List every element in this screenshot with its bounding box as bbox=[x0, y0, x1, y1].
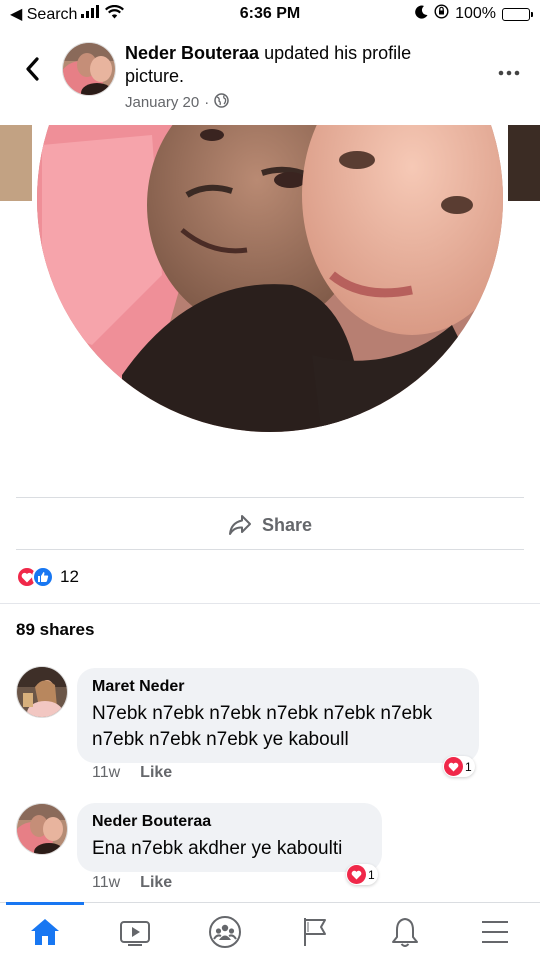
love-reaction-icon bbox=[444, 757, 463, 776]
menu-icon bbox=[482, 920, 508, 943]
tab-groups[interactable] bbox=[180, 903, 270, 960]
tab-notifications[interactable] bbox=[360, 903, 450, 960]
wifi-icon bbox=[105, 4, 125, 24]
orientation-lock-icon bbox=[434, 4, 449, 24]
commenter-name[interactable]: Maret Neder bbox=[92, 678, 464, 696]
comment-like-button[interactable]: Like bbox=[140, 874, 172, 892]
tab-home[interactable] bbox=[0, 902, 90, 960]
groups-icon bbox=[209, 915, 241, 948]
status-right: 100% bbox=[415, 4, 533, 24]
home-icon bbox=[31, 918, 59, 945]
divider-top bbox=[16, 497, 524, 498]
comment-actions: 11w Like bbox=[92, 764, 172, 782]
post-header-text: Neder Bouteraa updated his profile pictu… bbox=[125, 42, 455, 112]
comment-text: Ena n7ebk akdher ye kaboulti bbox=[92, 838, 343, 859]
battery-percent: 100% bbox=[455, 5, 496, 22]
post-meta: January 20 · bbox=[125, 93, 455, 112]
profile-picture[interactable] bbox=[32, 0, 508, 437]
post-header: Neder Bouteraa updated his profile pictu… bbox=[0, 38, 540, 118]
status-left: ◀ Search bbox=[10, 4, 125, 24]
divider-bottom bbox=[16, 549, 524, 550]
share-button[interactable]: Share bbox=[0, 508, 540, 542]
tab-menu[interactable] bbox=[450, 903, 540, 960]
share-label: Share bbox=[261, 514, 313, 535]
section-divider bbox=[0, 603, 540, 604]
shares-count[interactable]: 89 shares bbox=[16, 620, 94, 640]
comment-reaction-badge[interactable]: 1 bbox=[443, 756, 475, 777]
signal-icon bbox=[81, 5, 101, 23]
comment-reaction-badge[interactable]: 1 bbox=[346, 864, 378, 885]
share-icon bbox=[228, 515, 251, 535]
commenter-name[interactable]: Neder Bouteraa bbox=[92, 813, 362, 831]
comment-bubble[interactable]: Maret Neder N7ebk n7ebk n7ebk n7ebk n7eb… bbox=[77, 668, 479, 763]
comment-text: N7ebk n7ebk n7ebk n7ebk n7ebk n7ebk n7eb… bbox=[92, 703, 433, 750]
back-button[interactable] bbox=[18, 52, 46, 86]
more-dots-icon bbox=[498, 70, 520, 76]
moon-icon bbox=[415, 5, 428, 24]
commenter-avatar[interactable] bbox=[16, 666, 68, 718]
post-date[interactable]: January 20 bbox=[125, 94, 199, 111]
reaction-icons bbox=[16, 566, 54, 588]
battery-icon bbox=[502, 7, 533, 21]
comment-bubble[interactable]: Neder Bouteraa Ena n7ebk akdher ye kabou… bbox=[77, 803, 382, 872]
tab-video[interactable] bbox=[90, 903, 180, 960]
comment-reaction-count: 1 bbox=[368, 867, 375, 882]
pages-flag-icon bbox=[304, 917, 326, 946]
reaction-count: 12 bbox=[60, 567, 79, 586]
chevron-left-icon bbox=[26, 57, 39, 81]
author-name-link[interactable]: Neder Bouteraa bbox=[125, 43, 259, 63]
back-to-search-link[interactable]: ◀ Search bbox=[10, 4, 77, 24]
tab-pages[interactable] bbox=[270, 903, 360, 960]
globe-icon bbox=[214, 93, 229, 112]
love-reaction-icon bbox=[347, 865, 366, 884]
commenter-avatar[interactable] bbox=[16, 803, 68, 855]
reaction-summary[interactable]: 12 bbox=[16, 566, 79, 588]
status-bar: ◀ Search 6:36 PM 100% bbox=[0, 0, 540, 28]
more-options-button[interactable] bbox=[498, 56, 520, 82]
author-avatar[interactable] bbox=[62, 42, 116, 96]
comment-time[interactable]: 11w bbox=[92, 764, 120, 782]
comment-like-button[interactable]: Like bbox=[140, 764, 172, 782]
bottom-tab-bar bbox=[0, 902, 540, 960]
meta-separator: · bbox=[204, 94, 210, 111]
like-reaction-icon bbox=[32, 566, 54, 588]
comment-actions: 11w Like bbox=[92, 874, 172, 892]
post-title: Neder Bouteraa updated his profile pictu… bbox=[125, 42, 455, 88]
comment-time[interactable]: 11w bbox=[92, 874, 120, 892]
notifications-bell-icon bbox=[392, 917, 418, 947]
comment-reaction-count: 1 bbox=[465, 759, 472, 774]
video-icon bbox=[120, 920, 150, 946]
